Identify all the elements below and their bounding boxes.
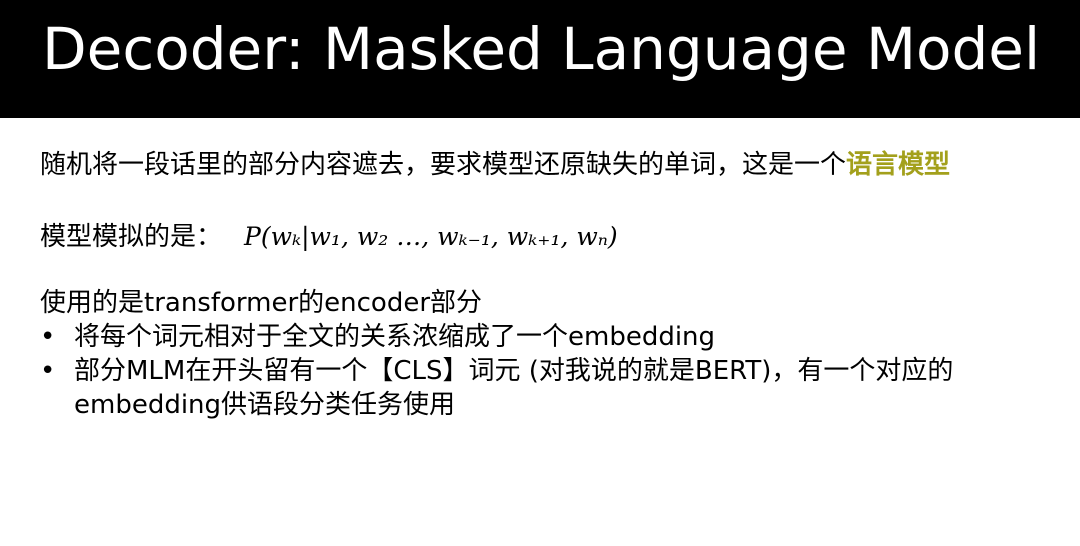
paragraph-model-simulates: 模型模拟的是： P(wₖ|w₁, w₂ …, wₖ₋₁, wₖ₊₁, wₙ) bbox=[40, 220, 618, 254]
description-text: 随机将一段话里的部分内容遮去，要求模型还原缺失的单词，这是一个 bbox=[40, 150, 847, 180]
bullet-text: 部分MLM在开头留有一个【CLS】词元 (对我说的就是BERT)，有一个对应的 bbox=[74, 356, 954, 386]
bullet-item: • 部分MLM在开头留有一个【CLS】词元 (对我说的就是BERT)，有一个对应… bbox=[40, 354, 1040, 422]
bullet-text: 将每个词元相对于全文的关系浓缩成了一个embedding bbox=[74, 322, 716, 352]
slide-title: Decoder: Masked Language Model bbox=[42, 15, 1041, 83]
paragraph-encoder-heading: 使用的是transformer的encoder部分 bbox=[40, 288, 483, 318]
paragraph-mlm-description: 随机将一段话里的部分内容遮去，要求模型还原缺失的单词，这是一个语言模型 bbox=[40, 148, 950, 182]
title-bar: Decoder: Masked Language Model bbox=[0, 0, 1080, 118]
bullet-marker: • bbox=[40, 322, 56, 352]
formula-label: 模型模拟的是： bbox=[40, 222, 223, 252]
bullet-item: • 将每个词元相对于全文的关系浓缩成了一个embedding bbox=[40, 320, 1040, 354]
bullet-marker: • bbox=[40, 356, 56, 386]
highlight-language-model: 语言模型 bbox=[846, 150, 951, 180]
bullet-text-continued: embedding供语段分类任务使用 bbox=[74, 390, 456, 420]
probability-formula: P(wₖ|w₁, w₂ …, wₖ₋₁, wₖ₊₁, wₙ) bbox=[244, 222, 618, 251]
